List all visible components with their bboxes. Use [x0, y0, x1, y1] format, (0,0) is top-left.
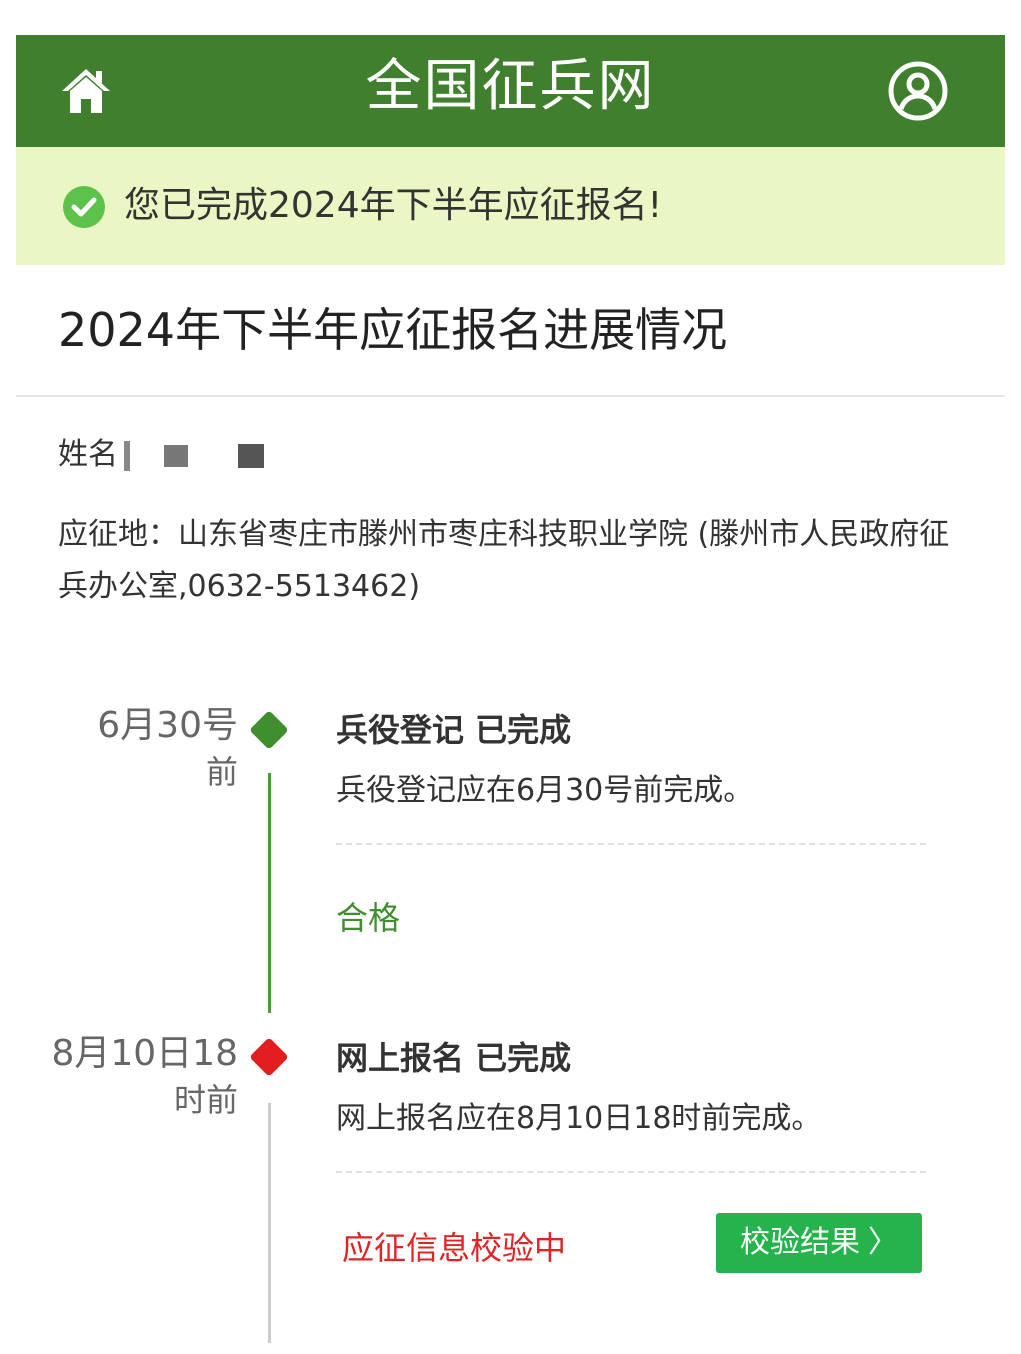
step-marker	[249, 1037, 289, 1077]
redacted-mark	[238, 443, 264, 468]
step-description: 网上报名应在8月10日18时前完成。	[336, 1101, 822, 1136]
step-deadline-suffix: 时前	[173, 1081, 238, 1119]
verify-result-button[interactable]: 校验结果〉	[716, 1213, 922, 1273]
timeline-line	[268, 773, 271, 1013]
step-deadline-suffix: 前	[205, 753, 238, 791]
step-status: 应征信息校验中	[342, 1229, 567, 1267]
chevron-right-icon: 〉	[868, 1225, 898, 1260]
redacted-mark	[124, 440, 130, 471]
dashed-divider	[336, 843, 926, 845]
timeline-line	[268, 1103, 271, 1343]
enlistment-address: 应征地：山东省枣庄市滕州市枣庄科技职业学院 (滕州市人民政府征兵办公室,0632…	[58, 517, 950, 604]
divider	[16, 395, 1005, 397]
step-deadline: 6月30号 前	[38, 703, 238, 795]
step-description: 兵役登记应在6月30号前完成。	[336, 773, 754, 808]
success-banner: 您已完成2024年下半年应征报名!	[16, 147, 1005, 265]
user-account-button[interactable]	[886, 59, 950, 123]
name-row: 姓名	[58, 433, 264, 477]
dashed-divider	[336, 1171, 926, 1173]
step-status: 合格	[336, 899, 401, 937]
name-label: 姓名	[58, 437, 118, 472]
step-deadline: 8月10日18 时前	[38, 1031, 238, 1123]
step-title: 网上报名 已完成	[336, 1039, 572, 1077]
verify-result-label: 校验结果	[740, 1225, 860, 1260]
page: 全国征兵网 您已完成2024年下半年应征报名! 2024年下半年应征报名进展情况…	[16, 35, 1005, 1354]
step-deadline-date: 8月10日18	[51, 1033, 238, 1074]
step-title: 兵役登记 已完成	[336, 711, 572, 749]
success-message: 您已完成2024年下半年应征报名!	[124, 185, 663, 226]
user-icon	[888, 61, 948, 121]
step-marker	[249, 710, 289, 750]
app-header: 全国征兵网	[16, 35, 1005, 147]
check-circle-icon	[63, 186, 105, 228]
redacted-mark	[164, 444, 188, 467]
page-title: 2024年下半年应征报名进展情况	[58, 303, 728, 357]
step-deadline-date: 6月30号	[97, 705, 238, 746]
site-title: 全国征兵网	[365, 54, 656, 119]
